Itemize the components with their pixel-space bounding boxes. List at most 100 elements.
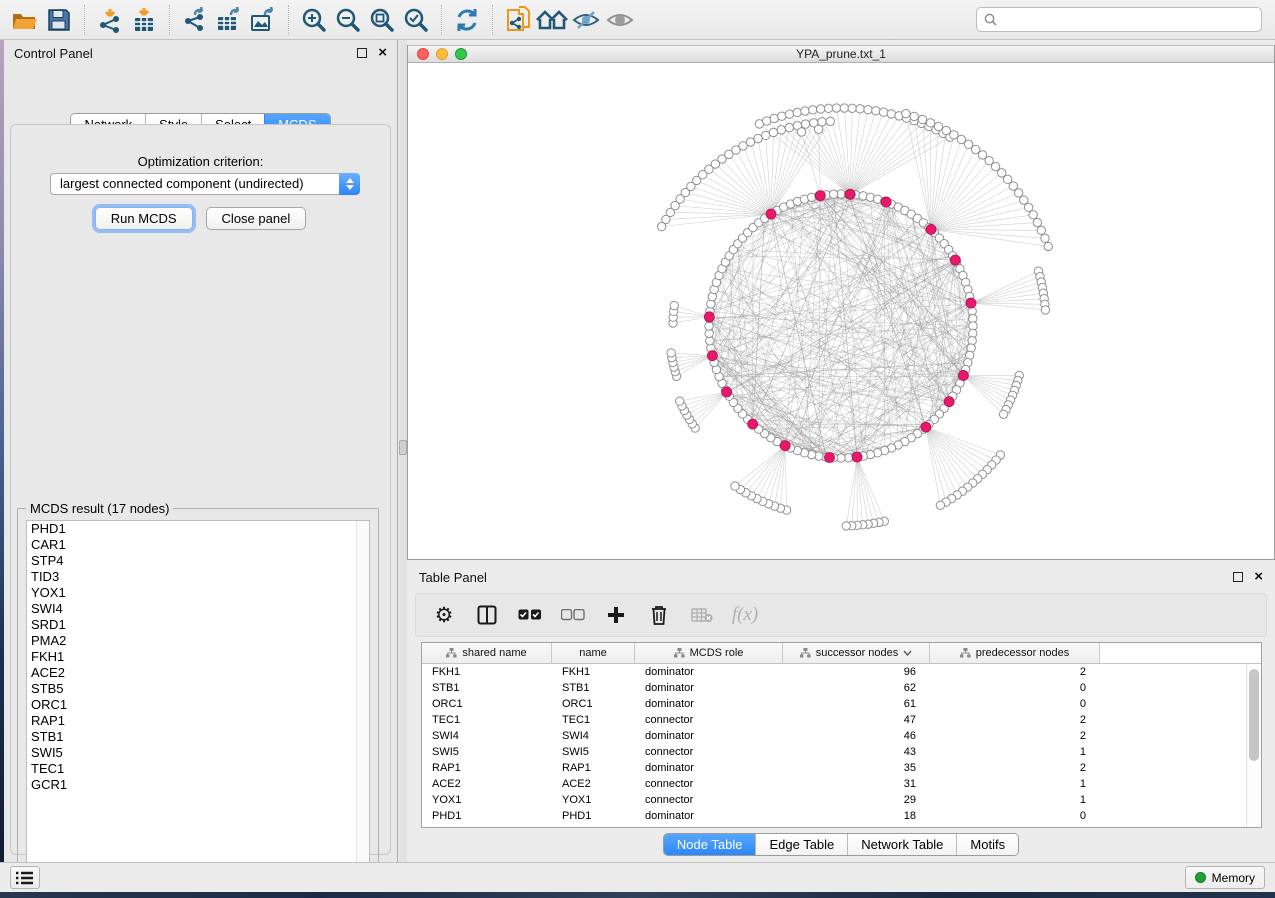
network-node[interactable] xyxy=(1041,234,1049,242)
table-row[interactable]: PHD1PHD1dominator180 xyxy=(422,808,1246,824)
mcds-result-item[interactable]: TEC1 xyxy=(27,761,369,777)
table-row[interactable]: SWI4SWI4dominator462 xyxy=(422,728,1246,744)
mcds-result-item[interactable]: STB5 xyxy=(27,681,369,697)
zoom-selected-button[interactable] xyxy=(399,4,433,36)
mcds-result-item[interactable]: SRD1 xyxy=(27,617,369,633)
network-node[interactable] xyxy=(816,105,824,113)
mcds-result-item[interactable]: GCR1 xyxy=(27,777,369,793)
network-node[interactable] xyxy=(936,501,944,509)
close-panel-button[interactable]: Close panel xyxy=(206,207,307,230)
network-node[interactable] xyxy=(761,131,769,139)
import-network-button[interactable] xyxy=(93,4,127,36)
network-node[interactable] xyxy=(942,126,950,134)
run-mcds-button[interactable]: Run MCDS xyxy=(95,207,193,230)
network-node[interactable] xyxy=(879,108,887,116)
network-node[interactable] xyxy=(921,422,931,432)
network-node[interactable] xyxy=(966,298,976,308)
network-node[interactable] xyxy=(910,112,918,120)
tab-motifs[interactable]: Motifs xyxy=(956,834,1018,855)
network-node[interactable] xyxy=(769,128,777,136)
export-network-button[interactable] xyxy=(178,4,212,36)
network-node[interactable] xyxy=(801,107,809,115)
delete-column-button[interactable] xyxy=(647,603,671,627)
save-session-button[interactable] xyxy=(42,4,76,36)
import-table-button[interactable] xyxy=(127,4,161,36)
mcds-result-item[interactable]: CAR1 xyxy=(27,537,369,553)
zoom-out-button[interactable] xyxy=(331,4,365,36)
column-header-shared-name[interactable]: shared name xyxy=(422,643,552,663)
network-node[interactable] xyxy=(670,301,678,309)
zoom-fit-button[interactable] xyxy=(365,4,399,36)
network-node[interactable] xyxy=(824,104,832,112)
network-node[interactable] xyxy=(902,110,910,118)
mcds-result-item[interactable]: ORC1 xyxy=(27,697,369,713)
splitter-grip[interactable] xyxy=(399,440,407,455)
mcds-result-item[interactable]: YOX1 xyxy=(27,585,369,601)
network-node[interactable] xyxy=(824,452,834,462)
network-node[interactable] xyxy=(926,119,934,127)
table-row[interactable]: FKH1FKH1dominator962 xyxy=(422,664,1246,680)
search-field[interactable] xyxy=(976,7,1262,32)
network-node[interactable] xyxy=(1015,189,1023,197)
network-node[interactable] xyxy=(832,104,840,112)
network-node[interactable] xyxy=(950,131,958,139)
network-node[interactable] xyxy=(815,191,825,201)
network-node[interactable] xyxy=(999,410,1007,418)
table-row[interactable]: ACE2ACE2connector311 xyxy=(422,776,1246,792)
network-node[interactable] xyxy=(785,110,793,118)
homes-button[interactable] xyxy=(535,4,569,36)
mcds-list-scrollbar[interactable] xyxy=(356,521,369,869)
network-node[interactable] xyxy=(845,189,855,199)
mcds-result-item[interactable]: FKH1 xyxy=(27,649,369,665)
table-scrollbar-thumb[interactable] xyxy=(1249,669,1259,761)
zoom-in-button[interactable] xyxy=(297,4,331,36)
network-node[interactable] xyxy=(814,125,822,133)
show-columns-button[interactable] xyxy=(475,603,499,627)
network-graph[interactable] xyxy=(408,64,1274,558)
network-node[interactable] xyxy=(1033,218,1041,226)
export-image-button[interactable] xyxy=(246,4,280,36)
table-scrollbar[interactable] xyxy=(1246,664,1261,827)
network-node[interactable] xyxy=(864,105,872,113)
mcds-result-item[interactable]: PMA2 xyxy=(27,633,369,649)
network-node[interactable] xyxy=(766,209,776,219)
tab-node-table[interactable]: Node Table xyxy=(664,834,756,855)
network-node[interactable] xyxy=(872,107,880,115)
network-node[interactable] xyxy=(926,224,936,234)
network-node[interactable] xyxy=(793,108,801,116)
network-node[interactable] xyxy=(1037,226,1045,234)
mcds-result-item[interactable]: STB1 xyxy=(27,729,369,745)
mcds-result-item[interactable]: PHD1 xyxy=(27,521,369,537)
network-node[interactable] xyxy=(950,255,960,265)
mcds-result-item[interactable]: STP4 xyxy=(27,553,369,569)
network-node[interactable] xyxy=(675,397,683,405)
close-panel-icon[interactable]: × xyxy=(378,48,387,58)
criterion-dropdown[interactable]: largest connected component (undirected) xyxy=(50,173,360,195)
network-node[interactable] xyxy=(887,110,895,118)
network-node[interactable] xyxy=(829,190,837,198)
network-node[interactable] xyxy=(1041,306,1049,314)
refresh-button[interactable] xyxy=(450,4,484,36)
network-node[interactable] xyxy=(731,482,739,490)
network-node[interactable] xyxy=(754,134,762,142)
table-row[interactable]: RAP1RAP1dominator352 xyxy=(422,760,1246,776)
network-node[interactable] xyxy=(722,387,732,397)
network-node[interactable] xyxy=(918,115,926,123)
network-node[interactable] xyxy=(840,104,848,112)
table-row[interactable]: YOX1YOX1connector291 xyxy=(422,792,1246,808)
network-canvas[interactable] xyxy=(408,64,1274,559)
task-history-button[interactable] xyxy=(10,866,40,889)
network-node[interactable] xyxy=(944,397,954,407)
tab-edge-table[interactable]: Edge Table xyxy=(755,834,847,855)
table-row[interactable]: ORC1ORC1dominator610 xyxy=(422,696,1246,712)
network-node[interactable] xyxy=(1024,203,1032,211)
network-node[interactable] xyxy=(881,197,891,207)
float-panel-icon[interactable] xyxy=(357,48,367,58)
table-row[interactable]: STB1STB1dominator620 xyxy=(422,680,1246,696)
column-header-successor-nodes[interactable]: successor nodes xyxy=(783,643,930,663)
table-row[interactable]: SWI5SWI5connector431 xyxy=(422,744,1246,760)
network-node[interactable] xyxy=(801,120,809,128)
eye-crossed-button[interactable] xyxy=(569,4,603,36)
network-node[interactable] xyxy=(707,351,717,361)
table-row[interactable]: TEC1TEC1connector472 xyxy=(422,712,1246,728)
